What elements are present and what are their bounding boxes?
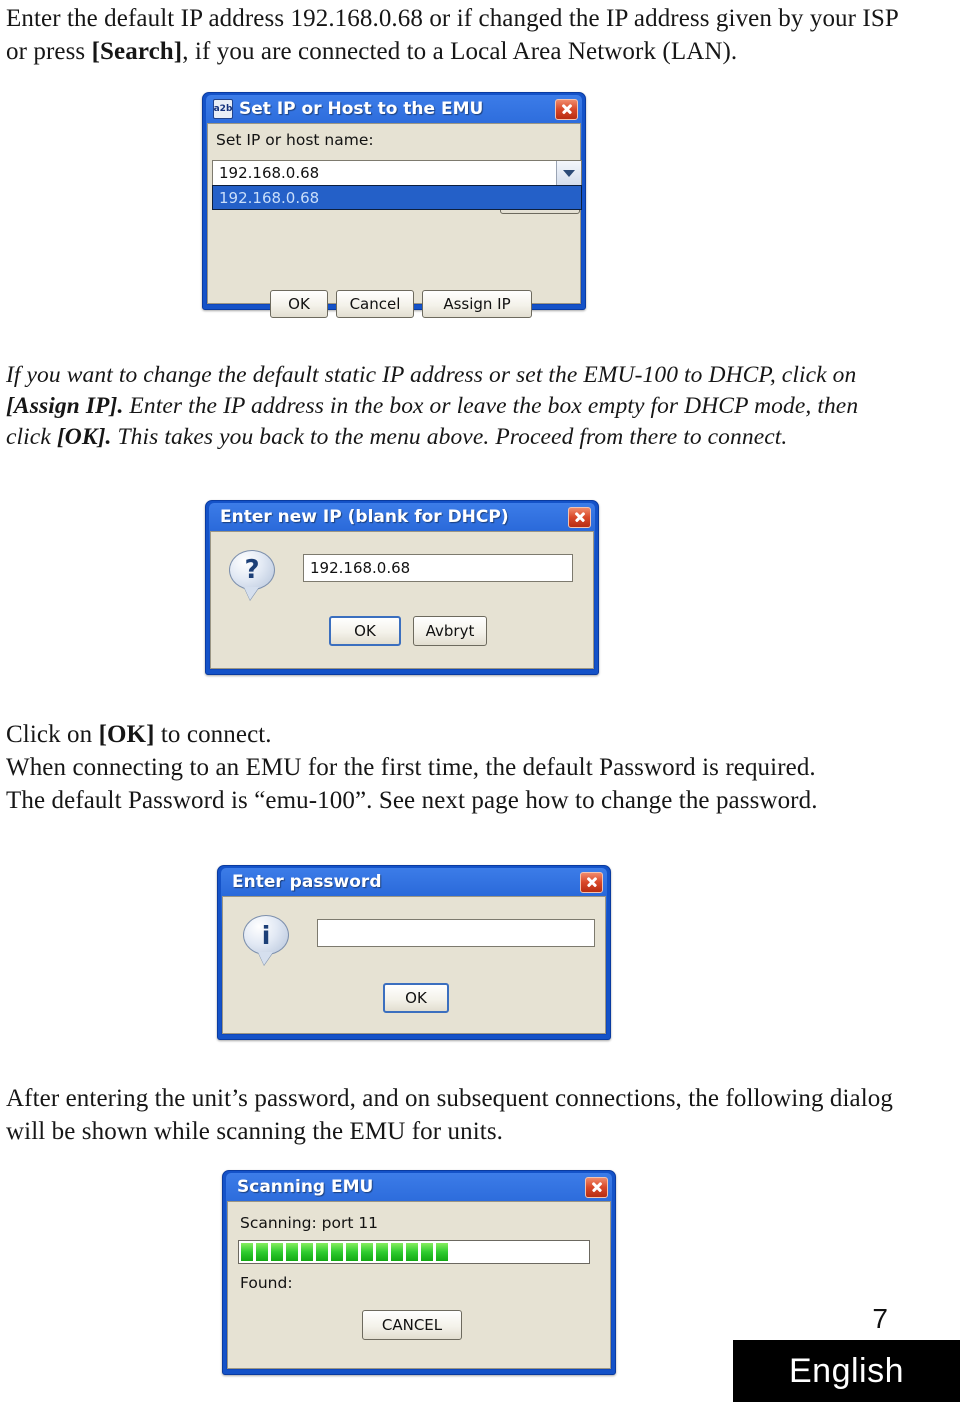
progress-segment [376, 1243, 388, 1261]
ok-button[interactable]: OK [270, 290, 328, 318]
assign-ip-paragraph: If you want to change the default static… [6, 360, 896, 453]
ok-button[interactable]: OK [383, 983, 449, 1013]
progress-segment [436, 1243, 448, 1261]
host-name-dropdown-option[interactable]: 192.168.0.68 [212, 185, 582, 210]
progress-segment [331, 1243, 343, 1261]
dialog-title: Set IP or Host to the EMU [239, 99, 484, 119]
progress-segment [316, 1243, 328, 1261]
titlebar[interactable]: Scanning EMU [227, 1173, 611, 1201]
connect-line-3: The default Password is “emu-100”. See n… [6, 787, 818, 814]
question-bubble-icon: ? [229, 550, 275, 590]
connect-text-part1: Click on [6, 721, 99, 748]
after-password-paragraph: After entering the unit’s password, and … [6, 1085, 893, 1145]
progress-segment [301, 1243, 313, 1261]
assign-text-part1: If you want to change the default static… [6, 362, 857, 388]
dialog-scanning-emu[interactable]: Scanning EMU Scanning: port 11 Found: CA… [222, 1170, 616, 1375]
dialog-client-area: i OK [222, 896, 606, 1034]
progress-segment [271, 1243, 283, 1261]
close-icon[interactable] [555, 98, 578, 120]
intro-search-emphasis: [Search] [91, 38, 183, 65]
progress-segment [421, 1243, 433, 1261]
info-bubble-icon: i [243, 915, 289, 955]
scan-progress-fill [241, 1243, 448, 1261]
close-icon[interactable] [568, 506, 591, 528]
connect-line-2: When connecting to an EMU for the first … [6, 754, 816, 781]
dialog-set-ip-or-host[interactable]: a2b Set IP or Host to the EMU Set IP or … [202, 92, 586, 318]
dialog-chrome: Scanning EMU Scanning: port 11 Found: CA… [226, 1173, 612, 1370]
language-banner: English [733, 1340, 960, 1402]
progress-segment [391, 1243, 403, 1261]
close-icon[interactable] [580, 871, 603, 893]
host-name-combobox-value: 192.168.0.68 [219, 164, 320, 182]
set-ip-field-label: Set IP or host name: [216, 131, 374, 149]
app-icon: a2b [213, 99, 233, 119]
dialog-enter-new-ip[interactable]: Enter new IP (blank for DHCP) ? 192.168.… [205, 500, 599, 675]
dialog-client-area: Set IP or host name: 192.168.0.68 Or pre… [207, 123, 582, 318]
connect-text-part2: to connect. [154, 721, 272, 748]
dialog-enter-password[interactable]: Enter password i OK [217, 865, 611, 1040]
cancel-button[interactable]: CANCEL [362, 1310, 462, 1340]
page-number: 7 [872, 1303, 888, 1334]
password-input[interactable] [317, 919, 595, 947]
cancel-button[interactable]: Cancel [336, 290, 414, 318]
dialog-chrome: a2b Set IP or Host to the EMU Set IP or … [206, 95, 582, 318]
found-label: Found: [240, 1274, 293, 1292]
progress-segment [406, 1243, 418, 1261]
progress-segment [241, 1243, 253, 1261]
close-icon[interactable] [585, 1176, 608, 1198]
assign-ip-button[interactable]: Assign IP [422, 290, 532, 318]
connect-ok-emphasis: [OK] [98, 721, 155, 748]
dialog-title: Enter password [232, 872, 382, 892]
dialog-title: Scanning EMU [237, 1177, 374, 1197]
scan-progress-bar [238, 1240, 590, 1264]
dialog-client-area: Scanning: port 11 Found: CANCEL [227, 1201, 611, 1369]
progress-segment [286, 1243, 298, 1261]
intro-text-part2: , if you are connected to a Local Area N… [182, 38, 738, 65]
avbryt-cancel-button[interactable]: Avbryt [413, 616, 487, 646]
titlebar[interactable]: a2b Set IP or Host to the EMU [207, 95, 581, 123]
connect-line-1: Click on [OK] to connect. [6, 718, 911, 751]
titlebar[interactable]: Enter new IP (blank for DHCP) [210, 503, 594, 531]
dialog-chrome: Enter new IP (blank for DHCP) ? 192.168.… [209, 503, 595, 670]
connect-paragraph: Click on [OK] to connect. When connectin… [6, 718, 911, 817]
scan-status-label: Scanning: port 11 [240, 1214, 379, 1232]
host-name-combobox[interactable]: 192.168.0.68 [212, 160, 582, 186]
titlebar[interactable]: Enter password [222, 868, 606, 896]
progress-segment [256, 1243, 268, 1261]
ok-button[interactable]: OK [329, 616, 401, 646]
intro-paragraph: Enter the default IP address 192.168.0.6… [6, 2, 911, 68]
progress-segment [346, 1243, 358, 1261]
dialog-title: Enter new IP (blank for DHCP) [220, 507, 509, 527]
progress-segment [361, 1243, 373, 1261]
assign-ok-emphasis: [OK]. [56, 424, 112, 450]
chevron-down-icon[interactable] [556, 161, 581, 185]
new-ip-input[interactable]: 192.168.0.68 [303, 554, 573, 582]
dialog-client-area: ? 192.168.0.68 OK Avbryt [210, 531, 594, 669]
dialog-chrome: Enter password i OK [221, 868, 607, 1035]
assign-ip-emphasis: [Assign IP]. [6, 393, 124, 419]
assign-text-part3: This takes you back to the menu above. P… [111, 424, 788, 450]
